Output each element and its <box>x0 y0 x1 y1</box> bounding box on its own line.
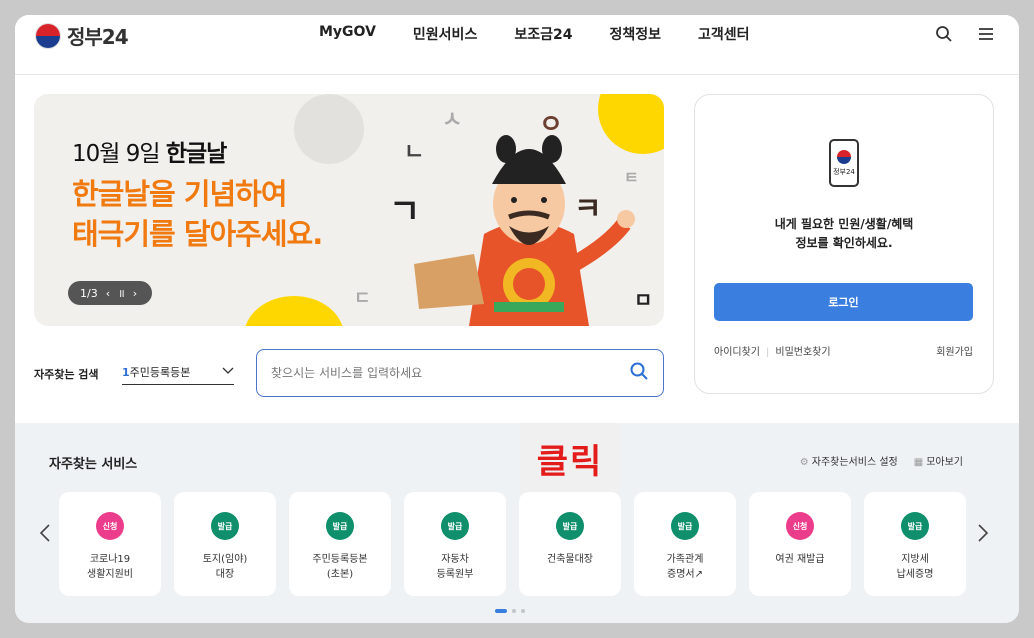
service-name: 지방세 납세증명 <box>896 554 934 580</box>
issue-badge: 발급 <box>211 512 239 540</box>
service-card-covid-support[interactable]: 신청코로나19 생활지원비 <box>59 492 161 596</box>
service-name: 자동차 등록원부 <box>436 554 474 580</box>
nav-civil-service[interactable]: 민원서비스 <box>413 24 477 44</box>
pagination-dot-active[interactable] <box>495 609 507 613</box>
service-name: 주민등록등본 (초본) <box>312 554 368 580</box>
banner-headline: 한글날을 기념하여 태극기를 달아주세요. <box>72 174 323 254</box>
service-card-building-register[interactable]: 발급건축물대장 <box>519 492 621 596</box>
issue-badge: 발급 <box>556 512 584 540</box>
grid-icon: ▦ <box>913 457 924 468</box>
login-message-line1: 내게 필요한 민원/생활/혜택 <box>774 217 914 231</box>
pagination-dot[interactable] <box>521 609 525 613</box>
apply-badge: 신청 <box>96 512 124 540</box>
banner-pause-button[interactable]: ॥ <box>118 286 125 301</box>
service-name: 토지(임야) 대장 <box>202 554 248 580</box>
service-card-passport-reissue[interactable]: 신청여권 재발급 <box>749 492 851 596</box>
click-annotation: 클릭 <box>520 423 620 493</box>
header: 정부24 MyGOV 민원서비스 보조금24 정책정보 고객센터 <box>15 15 1019 75</box>
king-sejong-illustration <box>414 135 635 326</box>
yellow-circle-decoration <box>244 296 344 326</box>
carousel-pagination <box>495 609 525 613</box>
find-id-link[interactable]: 아이디찾기 <box>714 347 760 358</box>
frequent-services-section: 자주찾는 서비스 클릭 ⚙ 자주찾는서비스 설정 ▦ 모아보기 신청코로나19 생활… <box>15 423 1019 623</box>
issue-badge: 발급 <box>901 512 929 540</box>
pattern-circle-decoration <box>294 94 364 164</box>
service-cards: 신청 코로나19 생활지원비 발급 토지(임야) 대장 발급 주민등록등본 (초본) … <box>59 492 966 596</box>
nav-mygov[interactable]: MyGOV <box>319 24 376 44</box>
frequent-search-label: 자주찾는 검색 <box>34 368 99 381</box>
service-name: 건축물대장 <box>547 554 593 565</box>
issue-badge: 발급 <box>326 512 354 540</box>
service-name: 여권 재발급 <box>775 554 825 565</box>
banner-headline-line1: 한글날을 기념하여 <box>72 177 288 211</box>
logo-text: 정부24 <box>67 25 129 49</box>
hamburger-menu-icon[interactable] <box>977 25 995 48</box>
issue-badge: 발급 <box>671 512 699 540</box>
nav-customer-center[interactable]: 고객센터 <box>698 24 750 44</box>
banner-page-indicator: 1/3 <box>80 286 98 300</box>
banner-prev-button[interactable]: ‹ <box>106 287 110 300</box>
taegeuk-logo-icon <box>35 22 61 49</box>
login-message-line2: 정보를 확인하세요. <box>795 236 893 250</box>
signup-link[interactable]: 회원가입 <box>936 343 973 358</box>
search-icon[interactable] <box>935 25 953 48</box>
banner-date-bold: 한글날 <box>165 141 227 167</box>
header-icons <box>935 25 995 48</box>
login-card: 정부24 내게 필요한 민원/생활/혜택 정보를 확인하세요. 로그인 아이디찾… <box>694 94 994 394</box>
hangul-glyph-decoration: ㄷ <box>354 288 371 309</box>
logo[interactable]: 정부24 <box>35 21 129 50</box>
login-button[interactable]: 로그인 <box>714 283 973 321</box>
service-card-local-tax-certificate[interactable]: 발급지방세 납세증명 <box>864 492 966 596</box>
service-card-vehicle-register[interactable]: 발급자동차 등록원부 <box>404 492 506 596</box>
banner-date-prefix: 10월 9일 <box>72 141 166 167</box>
service-name: 코로나19 생활지원비 <box>87 554 133 580</box>
banner-headline-line2: 태극기를 달아주세요. <box>72 217 323 251</box>
gear-icon: ⚙ <box>799 457 809 468</box>
select-rank-number: 1 <box>122 365 130 379</box>
nav-subsidy24[interactable]: 보조금24 <box>514 24 572 44</box>
service-card-family-relation[interactable]: 발급가족관계 증명서↗ <box>634 492 736 596</box>
view-all-label: 모아보기 <box>926 457 963 468</box>
view-all-link[interactable]: ▦ 모아보기 <box>914 453 963 468</box>
apply-badge: 신청 <box>786 512 814 540</box>
chevron-down-icon <box>222 365 234 378</box>
phone-label: 정부24 <box>833 167 855 176</box>
service-settings-label: 자주찾는서비스 설정 <box>811 457 898 468</box>
search-input[interactable] <box>271 366 629 380</box>
mobile-phone-icon: 정부24 <box>829 139 859 187</box>
section-links: ⚙ 자주찾는서비스 설정 ▦ 모아보기 <box>800 453 963 468</box>
find-password-link[interactable]: 비밀번호찾기 <box>775 347 830 358</box>
carousel-prev-arrow-icon[interactable] <box>39 523 51 548</box>
service-name: 가족관계 증명서↗ <box>666 554 704 580</box>
banner-pager: 1/3 ‹ ॥ › <box>68 281 152 305</box>
pagination-dot[interactable] <box>512 609 516 613</box>
section-title: 자주찾는 서비스 <box>49 457 138 472</box>
service-settings-link[interactable]: ⚙ 자주찾는서비스 설정 <box>800 453 898 468</box>
search-box <box>256 349 664 397</box>
page-frame: 정부24 MyGOV 민원서비스 보조금24 정책정보 고객센터 10월 9일 … <box>15 15 1019 623</box>
select-value: 주민등록등본 <box>129 365 191 379</box>
search-submit-icon[interactable] <box>629 361 649 386</box>
frequent-search-select[interactable]: 1주민등록등본 <box>122 359 234 385</box>
banner-date: 10월 9일 한글날 <box>72 134 227 168</box>
login-links: 아이디찾기 | 비밀번호찾기 회원가입 <box>714 343 973 358</box>
carousel-next-arrow-icon[interactable] <box>977 523 989 548</box>
taegeuk-icon <box>837 149 851 164</box>
service-card-resident-register[interactable]: 발급주민등록등본 (초본) <box>289 492 391 596</box>
banner-next-button[interactable]: › <box>133 287 137 300</box>
hangul-day-banner[interactable]: 10월 9일 한글날 한글날을 기념하여 태극기를 달아주세요. ㄴ ㄱ ㅇ ㅋ… <box>34 94 664 326</box>
login-message: 내게 필요한 민원/생활/혜택 정보를 확인하세요. <box>695 215 993 253</box>
nav-policy-info[interactable]: 정책정보 <box>609 24 661 44</box>
issue-badge: 발급 <box>441 512 469 540</box>
main-nav: MyGOV 민원서비스 보조금24 정책정보 고객센터 <box>319 24 750 44</box>
service-card-land-register[interactable]: 발급토지(임야) 대장 <box>174 492 276 596</box>
